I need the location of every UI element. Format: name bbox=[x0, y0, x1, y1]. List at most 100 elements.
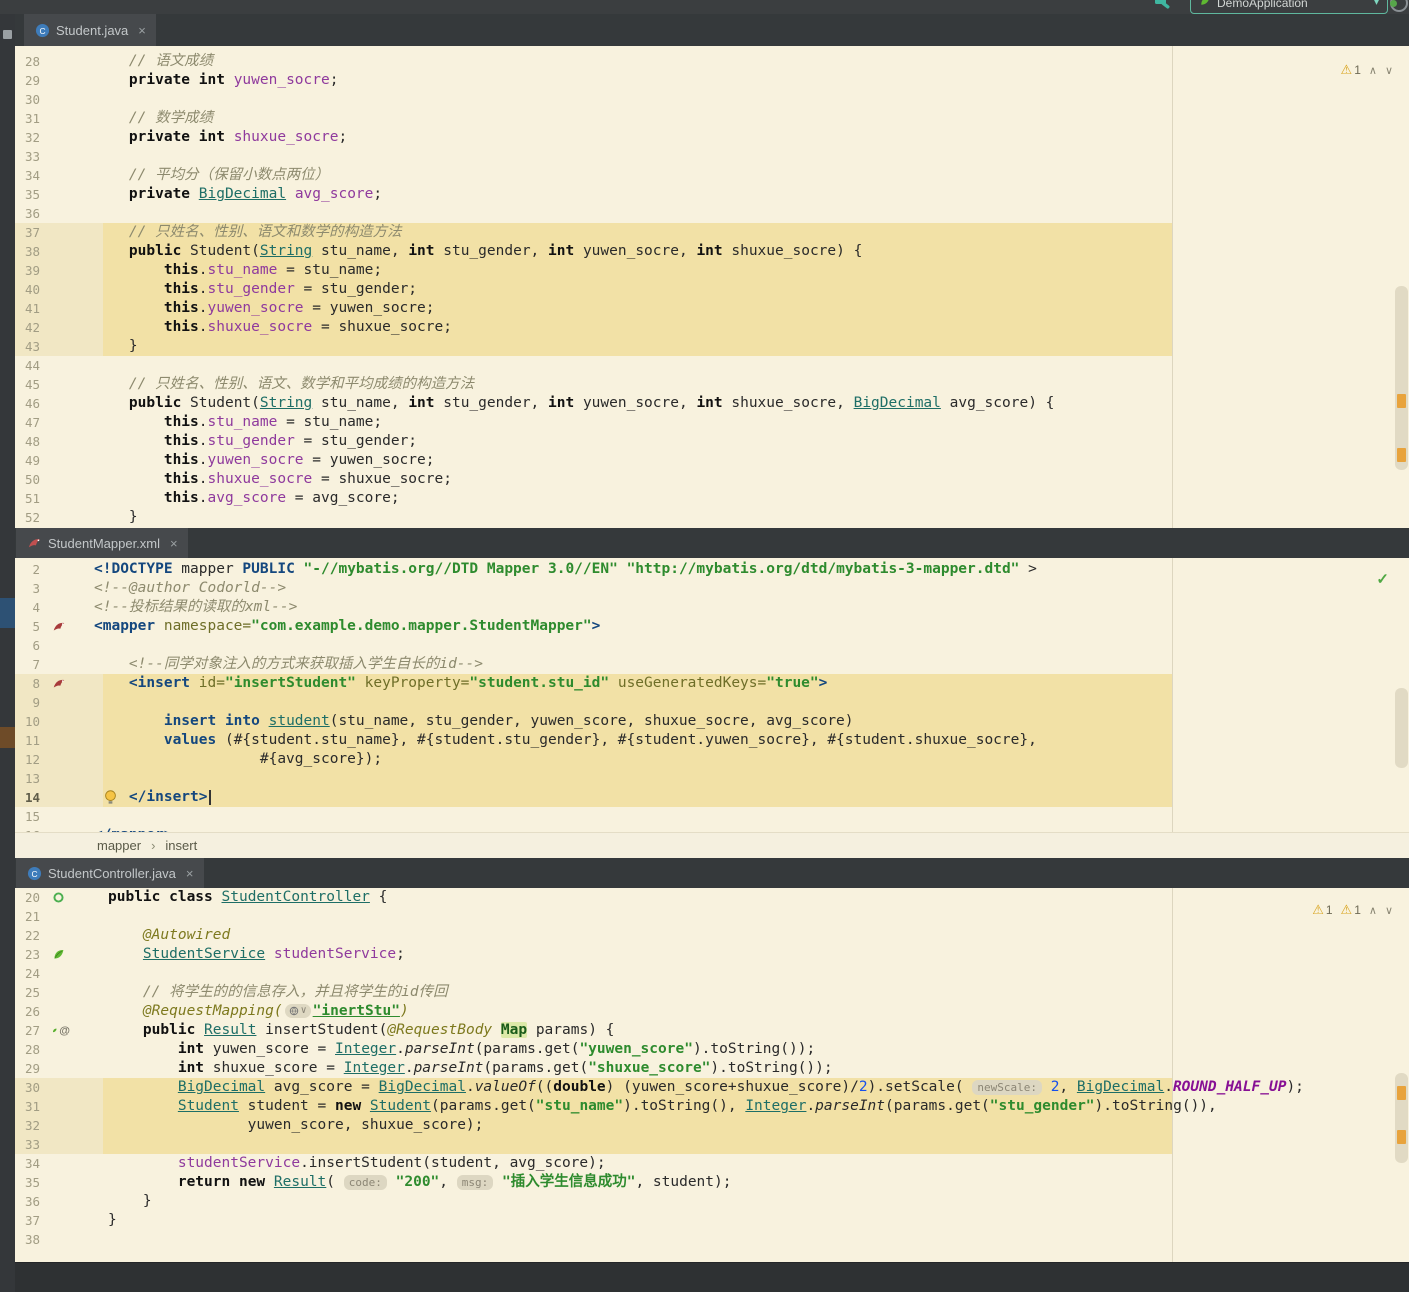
line-number[interactable]: 29 bbox=[15, 1061, 40, 1076]
line-number[interactable]: 30 bbox=[15, 1080, 40, 1095]
bird-gutter-icon[interactable] bbox=[52, 676, 70, 691]
scrollbar-thumb[interactable] bbox=[1395, 688, 1408, 768]
leafat-gutter-icon[interactable]: @ bbox=[52, 1023, 70, 1038]
code-line[interactable]: 41 this.yuwen_socre = yuwen_socre; bbox=[15, 299, 1409, 318]
code-line[interactable]: 34 // 平均分（保留小数点两位） bbox=[15, 166, 1409, 185]
error-stripe-mark[interactable] bbox=[1397, 448, 1406, 462]
up-arrow-icon[interactable]: ∧ bbox=[1369, 64, 1377, 77]
line-number[interactable]: 47 bbox=[15, 415, 40, 430]
down-arrow-icon[interactable]: ∨ bbox=[1385, 904, 1393, 917]
code-line[interactable]: 9 bbox=[15, 693, 1409, 712]
code-line[interactable]: 45 // 只姓名、性别、语文、数学和平均成绩的构造方法 bbox=[15, 375, 1409, 394]
line-number[interactable]: 45 bbox=[15, 377, 40, 392]
code-line[interactable]: 15 bbox=[15, 807, 1409, 826]
code-line[interactable]: 36 } bbox=[15, 1192, 1409, 1211]
line-number[interactable]: 34 bbox=[15, 168, 40, 183]
code-line[interactable]: 32 private int shuxue_socre; bbox=[15, 128, 1409, 147]
code-line[interactable]: 38 public Student(String stu_name, int s… bbox=[15, 242, 1409, 261]
tool-stripe-button-active[interactable] bbox=[0, 598, 15, 628]
code-line[interactable]: 34 studentService.insertStudent(student,… bbox=[15, 1154, 1409, 1173]
warning-badge[interactable]: ⚠ 1 bbox=[1341, 902, 1361, 918]
code-line[interactable]: 23 StudentService studentService; bbox=[15, 945, 1409, 964]
line-number[interactable]: 35 bbox=[15, 1175, 40, 1190]
code-line[interactable]: 35 return new Result( code: "200", msg: … bbox=[15, 1173, 1409, 1192]
code-line[interactable]: 28 int yuwen_score = Integer.parseInt(pa… bbox=[15, 1040, 1409, 1059]
code-line[interactable]: 3 <!--@author Codorld--> bbox=[15, 579, 1409, 598]
code-line[interactable]: 31 Student student = new Student(params.… bbox=[15, 1097, 1409, 1116]
leaf-gutter-icon[interactable] bbox=[52, 947, 70, 962]
code-line[interactable]: 42 this.shuxue_socre = shuxue_socre; bbox=[15, 318, 1409, 337]
code-line[interactable]: 33 bbox=[15, 1135, 1409, 1154]
code-line[interactable]: 8 <insert id="insertStudent" keyProperty… bbox=[15, 674, 1409, 693]
down-arrow-icon[interactable]: ∨ bbox=[1385, 64, 1393, 77]
inspections-widget[interactable]: ✓ bbox=[1376, 570, 1389, 588]
close-icon[interactable]: × bbox=[170, 536, 178, 551]
line-number[interactable]: 27 bbox=[15, 1023, 40, 1038]
code-line[interactable]: 29 int shuxue_score = Integer.parseInt(p… bbox=[15, 1059, 1409, 1078]
line-number[interactable]: 33 bbox=[15, 149, 40, 164]
line-number[interactable]: 28 bbox=[15, 1042, 40, 1057]
line-number[interactable]: 3 bbox=[15, 581, 40, 596]
inspections-widget[interactable]: ⚠ 1 ⚠ 1 ∧ ∨ bbox=[1304, 902, 1393, 918]
line-number[interactable]: 32 bbox=[15, 130, 40, 145]
line-number[interactable]: 44 bbox=[15, 358, 40, 373]
line-number[interactable]: 4 bbox=[15, 600, 40, 615]
line-number[interactable]: 5 bbox=[15, 619, 40, 634]
line-number[interactable]: 46 bbox=[15, 396, 40, 411]
line-number[interactable]: 13 bbox=[15, 771, 40, 786]
code-line[interactable]: 32 yuwen_score, shuxue_score); bbox=[15, 1116, 1409, 1135]
line-number[interactable]: 30 bbox=[15, 92, 40, 107]
line-number[interactable]: 22 bbox=[15, 928, 40, 943]
code-line[interactable]: 25 // 将学生的的信息存入，并且将学生的id传回 bbox=[15, 983, 1409, 1002]
code-line[interactable]: 38 bbox=[15, 1230, 1409, 1249]
line-number[interactable]: 29 bbox=[15, 73, 40, 88]
line-number[interactable]: 35 bbox=[15, 187, 40, 202]
warning-badge[interactable]: ⚠ 1 bbox=[1341, 62, 1361, 78]
editor-studentmapper-xml[interactable]: 2 <!DOCTYPE mapper PUBLIC "-//mybatis.org… bbox=[15, 558, 1409, 832]
up-arrow-icon[interactable]: ∧ bbox=[1369, 904, 1377, 917]
error-stripe-mark[interactable] bbox=[1397, 1086, 1406, 1100]
close-icon[interactable]: × bbox=[138, 23, 146, 38]
error-stripe-mark[interactable] bbox=[1397, 394, 1406, 408]
line-number[interactable]: 21 bbox=[15, 909, 40, 924]
close-icon[interactable]: × bbox=[186, 866, 194, 881]
code-line[interactable]: 14 </insert> bbox=[15, 788, 1409, 807]
code-line[interactable]: 20 public class StudentController { bbox=[15, 888, 1409, 907]
line-number[interactable]: 50 bbox=[15, 472, 40, 487]
line-number[interactable]: 38 bbox=[15, 1232, 40, 1247]
line-number[interactable]: 31 bbox=[15, 1099, 40, 1114]
code-line[interactable]: 22 @Autowired bbox=[15, 926, 1409, 945]
error-stripe-mark[interactable] bbox=[1397, 1130, 1406, 1144]
line-number[interactable]: 38 bbox=[15, 244, 40, 259]
line-number[interactable]: 37 bbox=[15, 225, 40, 240]
inspections-ok-icon[interactable]: ✓ bbox=[1376, 570, 1389, 588]
editor-studentcontroller-java[interactable]: 20 public class StudentController { 21 22 @… bbox=[15, 888, 1409, 1262]
line-number[interactable]: 51 bbox=[15, 491, 40, 506]
tab-student-java[interactable]: C Student.java × bbox=[24, 14, 156, 46]
line-number[interactable]: 40 bbox=[15, 282, 40, 297]
tab-studentmapper-xml[interactable]: StudentMapper.xml × bbox=[16, 528, 188, 558]
editor-student-java[interactable]: 28 // 语文成绩 29 private int yuwen_socre; 30 3… bbox=[15, 46, 1409, 528]
tool-window-stripe[interactable] bbox=[0, 14, 15, 1292]
code-line[interactable]: 21 bbox=[15, 907, 1409, 926]
ring-gutter-icon[interactable] bbox=[52, 890, 70, 905]
line-number[interactable]: 24 bbox=[15, 966, 40, 981]
line-number[interactable]: 25 bbox=[15, 985, 40, 1000]
code-line[interactable]: 5 <mapper namespace="com.example.demo.map… bbox=[15, 617, 1409, 636]
code-line[interactable]: 26 @RequestMapping(∨ "inertStu") bbox=[15, 1002, 1409, 1021]
line-number[interactable]: 39 bbox=[15, 263, 40, 278]
line-number[interactable]: 15 bbox=[15, 809, 40, 824]
line-number[interactable]: 36 bbox=[15, 206, 40, 221]
code-line[interactable]: 37} bbox=[15, 1211, 1409, 1230]
code-line[interactable]: 40 this.stu_gender = stu_gender; bbox=[15, 280, 1409, 299]
warning-badge[interactable]: ⚠ 1 bbox=[1312, 902, 1332, 918]
line-number[interactable]: 2 bbox=[15, 562, 40, 577]
tab-studentcontroller-java[interactable]: C StudentController.java × bbox=[16, 858, 204, 888]
line-number[interactable]: 36 bbox=[15, 1194, 40, 1209]
line-number[interactable]: 23 bbox=[15, 947, 40, 962]
code-line[interactable]: 4 <!--投标结果的读取的xml--> bbox=[15, 598, 1409, 617]
code-line[interactable]: 7 <!--同学对象注入的方式来获取插入学生自长的id--> bbox=[15, 655, 1409, 674]
line-number[interactable]: 10 bbox=[15, 714, 40, 729]
line-number[interactable]: 34 bbox=[15, 1156, 40, 1171]
code-line[interactable]: 44 bbox=[15, 356, 1409, 375]
